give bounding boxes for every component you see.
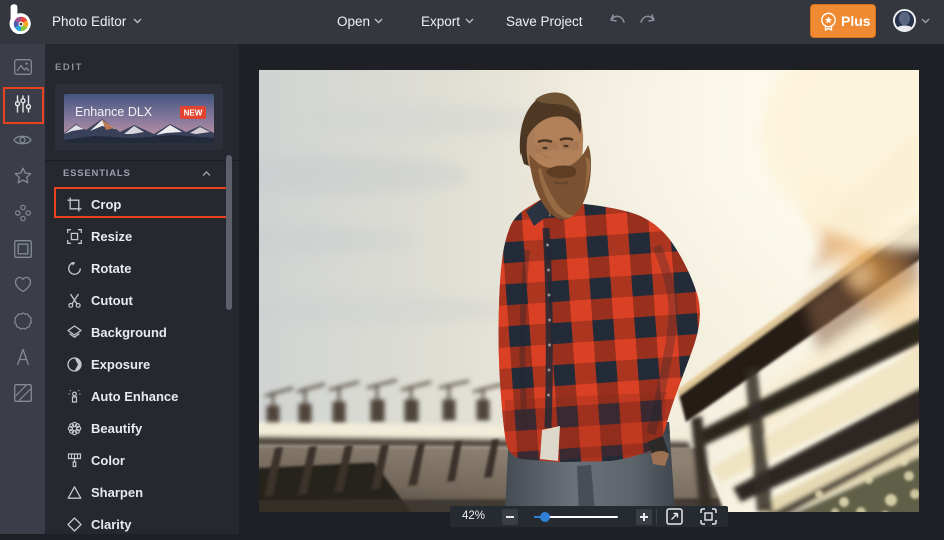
svg-text:NEW: NEW: [184, 109, 203, 118]
svg-text:Enhance DLX: Enhance DLX: [75, 105, 153, 119]
